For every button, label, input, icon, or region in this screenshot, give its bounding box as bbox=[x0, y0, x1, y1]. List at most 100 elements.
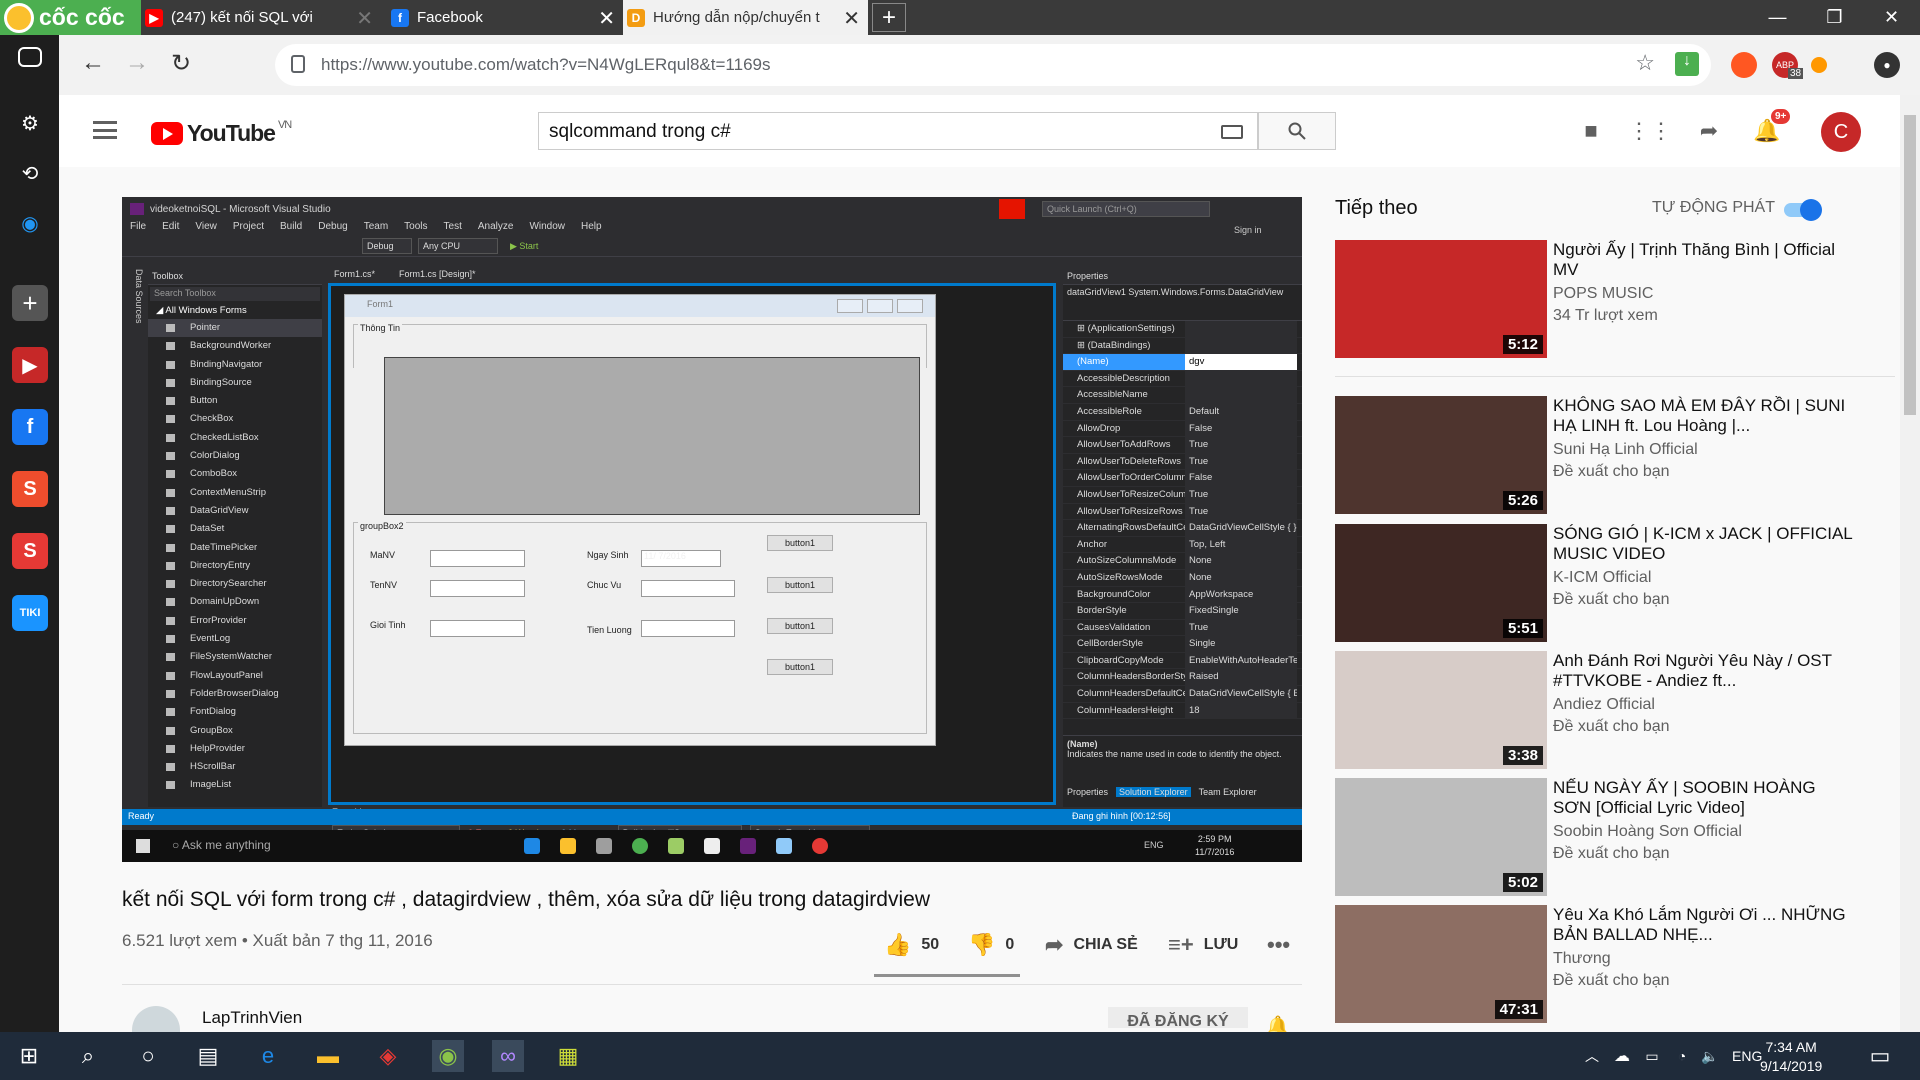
tab-close-icon[interactable]: ✕ bbox=[598, 6, 615, 31]
search-button[interactable] bbox=[1258, 112, 1336, 150]
tab-facebook[interactable]: f Facebook ✕ bbox=[387, 0, 623, 35]
tab-huong-dan[interactable]: D Hướng dẫn nộp/chuyển t ✕ bbox=[623, 0, 868, 35]
recommended-video[interactable]: 3:38 Anh Đánh Rơi Người Yêu Này / OST #TT… bbox=[1335, 651, 1895, 769]
video-thumbnail[interactable]: 47:31 bbox=[1335, 905, 1547, 1023]
new-tab-button[interactable]: + bbox=[872, 3, 906, 32]
close-window-icon[interactable]: ✕ bbox=[1863, 0, 1920, 35]
rec-channel[interactable]: K-ICM Official bbox=[1553, 569, 1651, 587]
video-thumbnail[interactable]: 5:51 bbox=[1335, 524, 1547, 642]
tab-close-icon[interactable]: ✕ bbox=[843, 6, 860, 31]
channel-name[interactable]: LapTrinhVien bbox=[202, 1008, 302, 1028]
property-value: EnableWithAutoHeaderText bbox=[1185, 652, 1297, 669]
youtube-app-icon[interactable]: ▶ bbox=[12, 347, 48, 383]
reload-icon[interactable]: ↻ bbox=[171, 49, 191, 78]
search-input[interactable]: sqlcommand trong c# bbox=[538, 112, 1258, 150]
scrollbar-thumb[interactable] bbox=[1904, 115, 1916, 415]
tab-youtube[interactable]: ▶ (247) kết nối SQL với ✕ bbox=[141, 0, 381, 35]
rec-channel[interactable]: POPS MUSIC bbox=[1553, 285, 1653, 303]
video-thumbnail[interactable]: 5:26 bbox=[1335, 396, 1547, 514]
shopee-app-icon[interactable]: S bbox=[12, 471, 48, 507]
subscribe-button[interactable]: ĐÃ ĐĂNG KÝ bbox=[1108, 1007, 1248, 1028]
recommended-video[interactable]: 5:02 NẾU NGÀY ẤY | SOOBIN HOÀNG SƠN [Offi… bbox=[1335, 778, 1895, 896]
more-actions-icon[interactable]: ••• bbox=[1267, 932, 1290, 958]
coccoc-taskbar-icon[interactable]: ◉ bbox=[432, 1040, 464, 1072]
onedrive-icon[interactable]: ☁ bbox=[1606, 1040, 1638, 1072]
property-value: True bbox=[1185, 453, 1297, 470]
rec-title[interactable]: SÓNG GIÓ | K-ICM x JACK | OFFICIAL MUSIC… bbox=[1553, 524, 1853, 564]
video-record-icon bbox=[812, 838, 828, 854]
sql-server-icon[interactable]: ▦ bbox=[552, 1040, 584, 1072]
sidebar-toggle-icon[interactable] bbox=[18, 47, 42, 67]
add-app-icon[interactable]: + bbox=[12, 285, 48, 321]
action-center-icon[interactable]: ▭ bbox=[1864, 1040, 1896, 1072]
rec-channel[interactable]: Andiez Official bbox=[1553, 696, 1655, 714]
download-icon[interactable]: ↓ bbox=[1675, 52, 1699, 76]
button1-c: button1 bbox=[767, 618, 833, 634]
profile-icon[interactable]: ● bbox=[1874, 52, 1900, 78]
taskbar-search-icon[interactable]: ⌕ bbox=[72, 1040, 104, 1072]
video-thumbnail[interactable]: 5:12 bbox=[1335, 240, 1547, 358]
rec-title[interactable]: NẾU NGÀY ẤY | SOOBIN HOÀNG SƠN [Official… bbox=[1553, 778, 1853, 818]
settings-gear-icon[interactable]: ⚙ bbox=[12, 105, 48, 141]
windows-start-icon[interactable]: ⊞ bbox=[13, 1040, 45, 1072]
recommended-video[interactable]: 5:51 SÓNG GIÓ | K-ICM x JACK | OFFICIAL M… bbox=[1335, 524, 1895, 642]
rec-title[interactable]: Anh Đánh Rơi Người Yêu Này / OST #TTVKOB… bbox=[1553, 651, 1853, 691]
tiki-app-icon[interactable]: TIKI bbox=[12, 595, 48, 631]
cortana-icon[interactable]: ○ bbox=[132, 1040, 164, 1072]
battery-icon[interactable]: ▭ bbox=[1636, 1040, 1668, 1072]
language-indicator[interactable]: ENG bbox=[1732, 1048, 1762, 1064]
page-scrollbar[interactable] bbox=[1900, 95, 1920, 1032]
recommended-video[interactable]: 47:31 Yêu Xa Khó Lắm Người Ơi ... NHỮNG B… bbox=[1335, 905, 1895, 1023]
extension-coccoc-icon[interactable] bbox=[1731, 52, 1757, 78]
back-icon[interactable]: ← bbox=[81, 49, 105, 77]
recommended-video[interactable]: 5:26 KHÔNG SAO MÀ EM ĐÂY RỒI | SUNI HẠ LI… bbox=[1335, 396, 1895, 514]
rec-title[interactable]: Người Ấy | Trịnh Thăng Bình | Official M… bbox=[1553, 240, 1853, 280]
show-hidden-icon[interactable]: ︿ bbox=[1576, 1040, 1608, 1072]
save-button[interactable]: ≡+ LƯU bbox=[1168, 932, 1238, 958]
search-icon bbox=[1288, 122, 1306, 140]
keyboard-icon[interactable] bbox=[1221, 125, 1243, 139]
minimize-icon[interactable]: — bbox=[1749, 0, 1806, 35]
rec-meta: Đề xuất cho bạn bbox=[1553, 591, 1670, 608]
volume-icon[interactable]: 🔈 bbox=[1694, 1040, 1726, 1072]
create-video-icon[interactable]: ■ bbox=[1577, 117, 1605, 145]
taskbar-clock[interactable]: 7:34 AM 9/14/2019 bbox=[1760, 1038, 1822, 1076]
messenger-icon[interactable]: ◉ bbox=[12, 205, 48, 241]
rec-channel[interactable]: Thương bbox=[1553, 950, 1611, 968]
visual-studio-icon[interactable]: ∞ bbox=[492, 1040, 524, 1072]
rec-title[interactable]: KHÔNG SAO MÀ EM ĐÂY RỒI | SUNI HẠ LINH f… bbox=[1553, 396, 1853, 436]
video-player[interactable]: videoketnoiSQL - Microsoft Visual Studio… bbox=[122, 197, 1302, 862]
autoplay-toggle[interactable] bbox=[1784, 199, 1822, 221]
rec-title[interactable]: Yêu Xa Khó Lắm Người Ơi ... NHỮNG BẢN BA… bbox=[1553, 905, 1853, 945]
recommended-video[interactable]: 5:12 Người Ấy | Trịnh Thăng Bình | Offici… bbox=[1335, 240, 1895, 358]
rec-channel[interactable]: Soobin Hoàng Sơn Official bbox=[1553, 823, 1742, 841]
video-thumbnail[interactable]: 5:02 bbox=[1335, 778, 1547, 896]
history-icon[interactable]: ⟲ bbox=[12, 155, 48, 191]
rec-channel[interactable]: Suni Hạ Linh Official bbox=[1553, 441, 1698, 459]
extension-misc-icon[interactable] bbox=[1811, 57, 1827, 73]
garena-icon[interactable]: ◈ bbox=[372, 1040, 404, 1072]
edge-icon[interactable]: e bbox=[252, 1040, 284, 1072]
avatar[interactable]: C bbox=[1821, 112, 1861, 152]
video-thumbnail[interactable]: 3:38 bbox=[1335, 651, 1547, 769]
forward-icon[interactable]: → bbox=[125, 49, 149, 77]
apps-grid-icon[interactable]: ⋮⋮ bbox=[1628, 117, 1672, 145]
share-button[interactable]: ➦ CHIA SẺ bbox=[1045, 932, 1138, 958]
messages-icon[interactable]: ➦ bbox=[1695, 117, 1723, 145]
browser-brand[interactable]: cốc cốc bbox=[0, 0, 141, 35]
sendo-app-icon[interactable]: S bbox=[12, 533, 48, 569]
tab-close-icon[interactable]: ✕ bbox=[356, 6, 373, 31]
like-button[interactable]: 👍 50 bbox=[884, 932, 939, 958]
menu-icon[interactable] bbox=[93, 121, 117, 139]
bookmark-star-icon[interactable]: ☆ bbox=[1635, 50, 1655, 76]
restore-icon[interactable]: ❐ bbox=[1806, 0, 1863, 35]
facebook-app-icon[interactable]: f bbox=[12, 409, 48, 445]
label-chucvu: Chuc Vu bbox=[587, 580, 622, 590]
address-bar[interactable]: https://www.youtube.com/watch?v=N4WgLERq… bbox=[275, 44, 1711, 86]
video-date: 11/7/2016 bbox=[1195, 847, 1235, 857]
task-view-icon[interactable]: ▤ bbox=[192, 1040, 224, 1072]
dislike-button[interactable]: 👎 0 bbox=[968, 932, 1014, 958]
file-explorer-icon[interactable]: ▬ bbox=[312, 1040, 344, 1072]
youtube-logo[interactable]: YouTube VN bbox=[151, 119, 292, 147]
toolbox-panel: Toolbox Search Toolbox ◢ All Windows For… bbox=[148, 269, 322, 807]
